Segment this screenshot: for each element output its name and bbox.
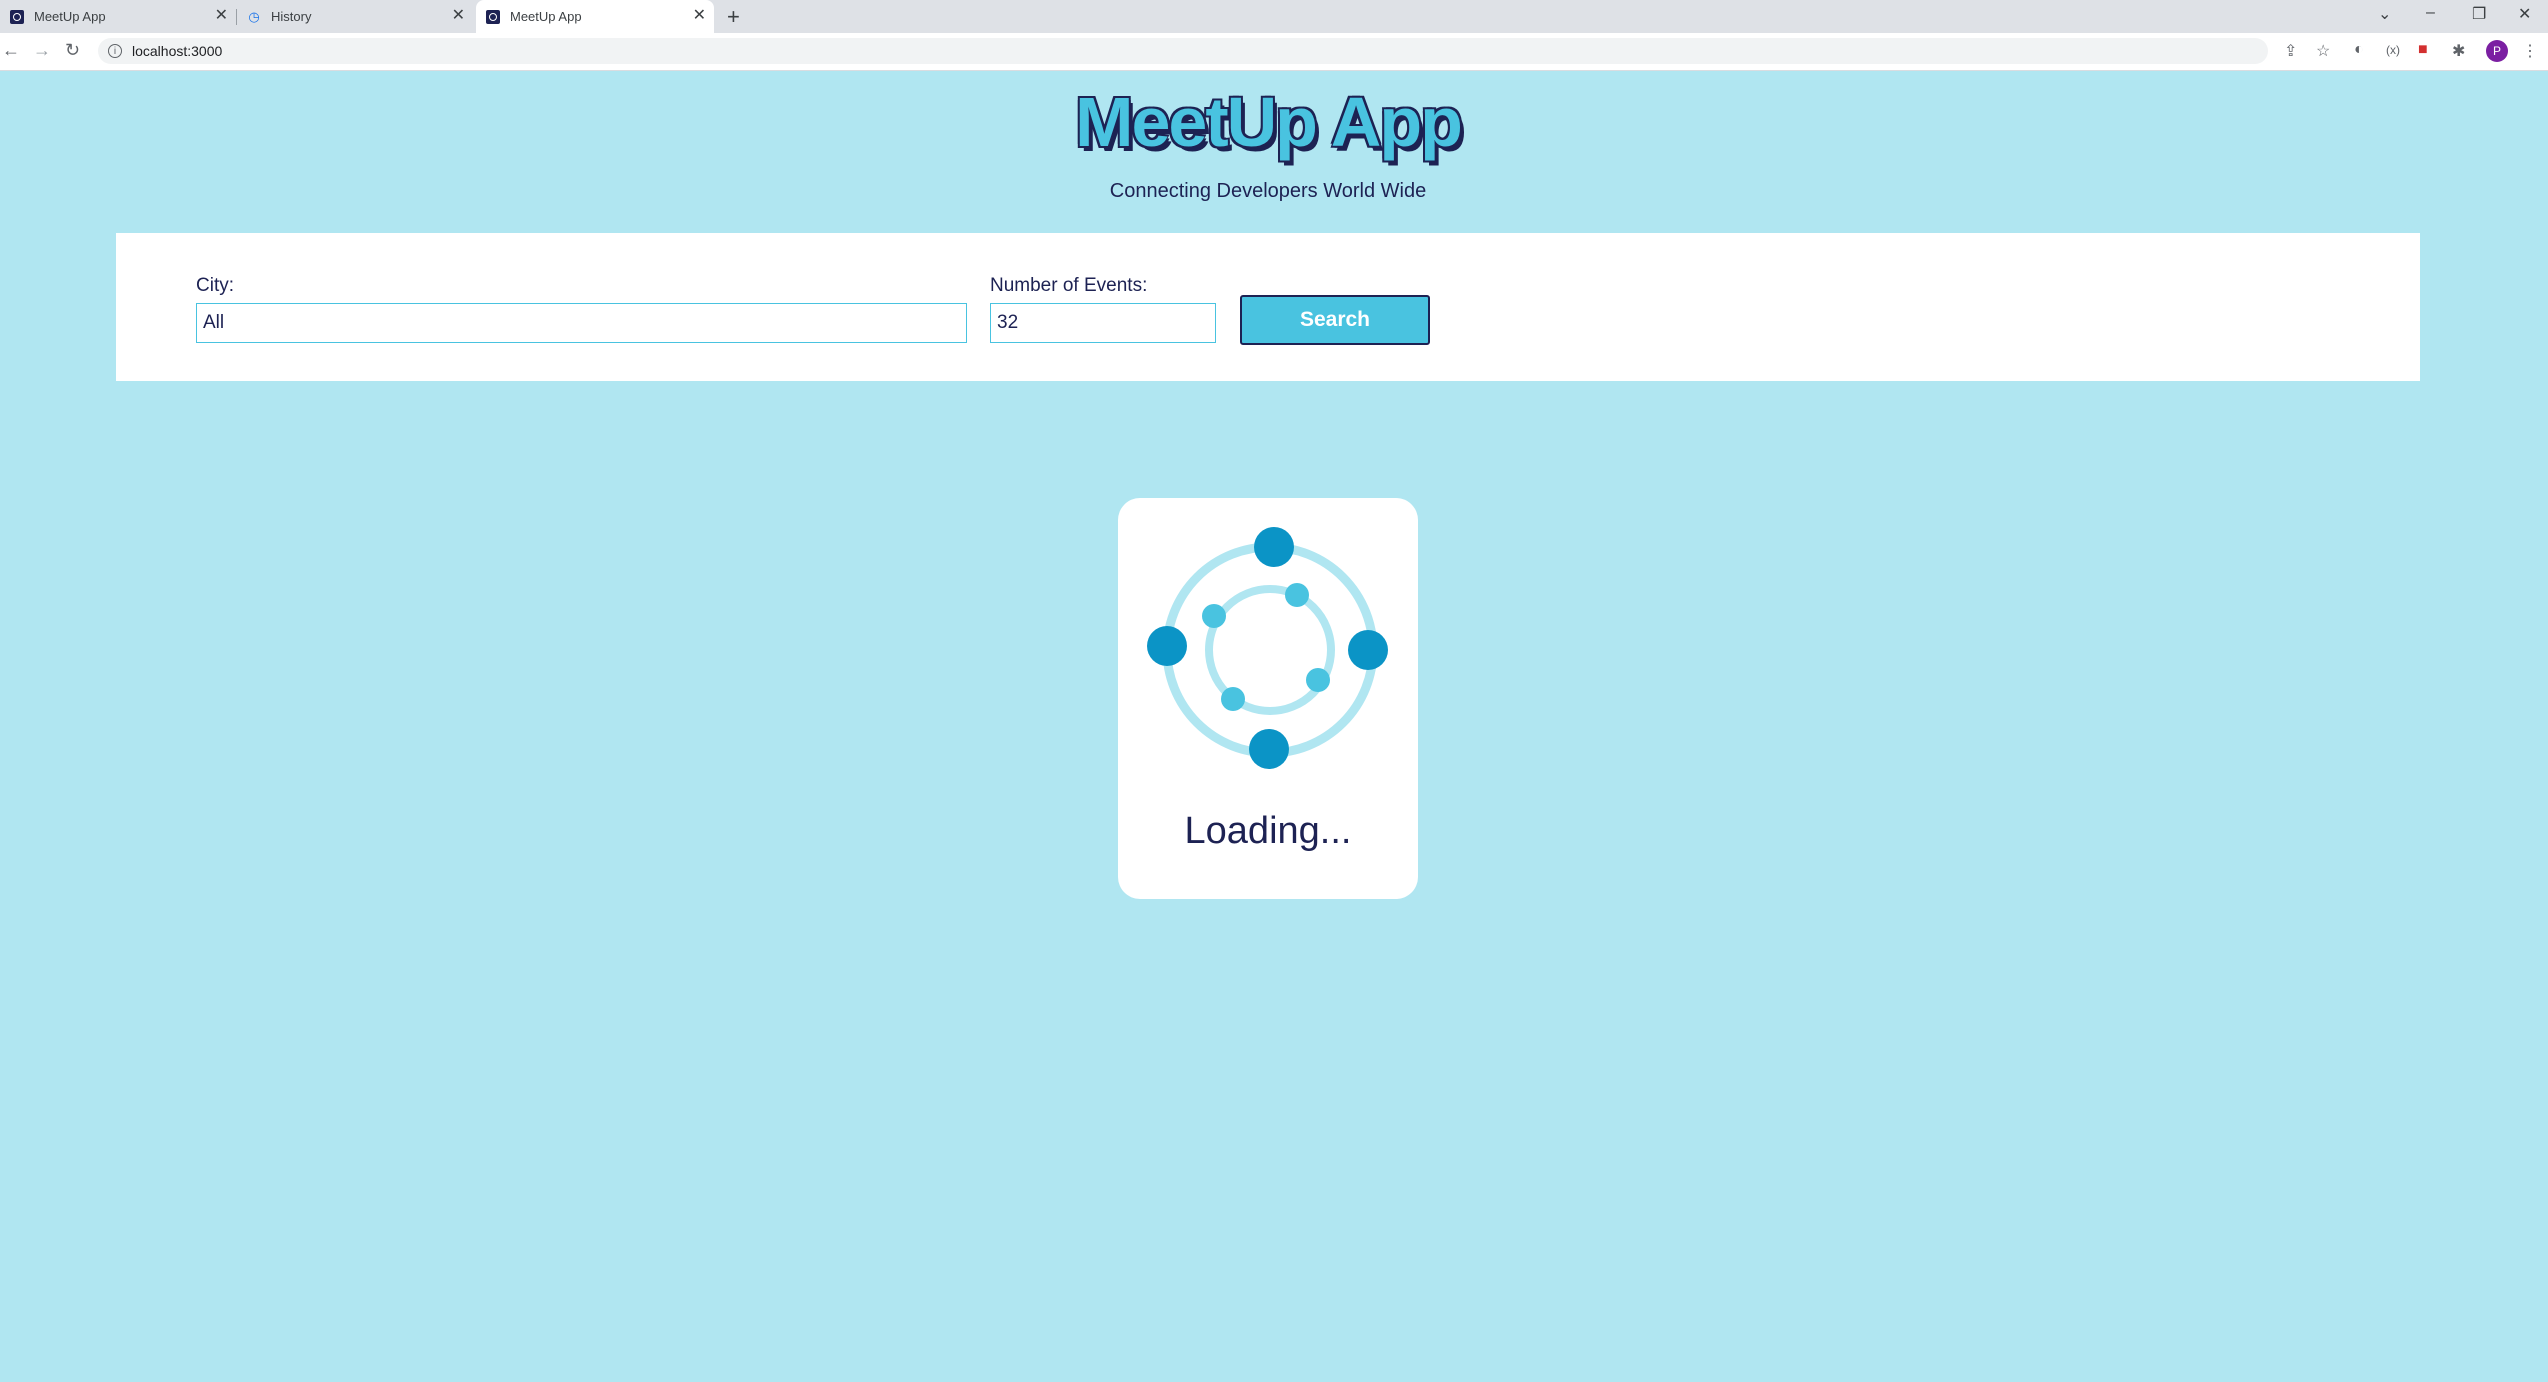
loading-spinner-icon <box>1147 527 1388 769</box>
extension-red-icon[interactable]: ■ <box>2418 41 2428 59</box>
search-button[interactable]: Search <box>1240 295 1430 345</box>
tab-history[interactable]: ◷ History ✕ <box>237 0 473 33</box>
outer-dot <box>1249 729 1289 769</box>
inner-dot <box>1221 687 1245 711</box>
city-search-input[interactable] <box>196 303 967 343</box>
profile-avatar[interactable]: P <box>2486 40 2508 62</box>
browser-menu-icon[interactable]: ⋮ <box>2522 41 2538 61</box>
close-icon[interactable]: ✕ <box>693 8 706 24</box>
address-bar[interactable]: i localhost:3000 <box>98 38 2268 64</box>
extensions-puzzle-icon[interactable]: ✱ <box>2452 41 2465 61</box>
history-icon: ◷ <box>248 8 260 24</box>
outer-dot <box>1254 527 1294 567</box>
inner-dot <box>1306 668 1330 692</box>
city-label: City: <box>196 275 234 296</box>
outer-ring <box>1162 542 1378 758</box>
tab-search-chevron-icon[interactable]: ⌄ <box>2378 4 2391 24</box>
restore-icon[interactable]: ❐ <box>2472 4 2486 24</box>
bookmark-star-icon[interactable]: ☆ <box>2316 41 2330 61</box>
outer-dot <box>1348 630 1388 670</box>
new-tab-plus-icon[interactable]: + <box>727 4 740 30</box>
browser-tab-strip: MeetUp App ✕ ◷ History ✕ MeetUp App ✕ + … <box>0 0 2548 33</box>
site-info-icon[interactable]: i <box>108 44 122 58</box>
tab-title: MeetUp App <box>510 9 582 24</box>
tab-title: MeetUp App <box>34 9 106 24</box>
loading-text: Loading... <box>1184 810 1352 852</box>
app-favicon-icon <box>486 9 500 24</box>
minimize-icon[interactable]: – <box>2426 4 2435 22</box>
back-arrow-icon[interactable]: ← <box>2 40 20 61</box>
browser-toolbar: ← → ↻ i localhost:3000 ⇪ ☆ ◐ (x) ■ ✱ P ⋮ <box>0 33 2548 71</box>
loading-card: Loading... <box>1118 498 1418 899</box>
url-text: localhost:3000 <box>132 43 223 59</box>
close-icon[interactable]: ✕ <box>452 8 465 24</box>
number-of-events-input[interactable] <box>990 303 1216 343</box>
app-title: MeetUp App <box>1075 83 1463 161</box>
number-of-events-label: Number of Events: <box>990 275 1148 296</box>
app-favicon-icon <box>10 9 24 24</box>
inner-dot <box>1285 583 1309 607</box>
tab-meetup-app-active[interactable]: MeetUp App ✕ <box>476 0 714 33</box>
close-icon[interactable]: ✕ <box>215 8 228 24</box>
tab-meetup-app-1[interactable]: MeetUp App ✕ <box>0 0 236 33</box>
forward-arrow-icon[interactable]: → <box>33 40 51 61</box>
outer-dot <box>1147 626 1187 666</box>
share-icon[interactable]: ⇪ <box>2284 41 2297 61</box>
inner-dot <box>1202 604 1226 628</box>
window-close-icon[interactable]: ✕ <box>2518 4 2531 24</box>
search-panel: City: Number of Events: Search <box>116 233 2420 381</box>
extension-icon[interactable]: ◐ <box>2354 41 2364 59</box>
app-subtitle: Connecting Developers World Wide <box>1109 180 1427 202</box>
extension-code-icon[interactable]: (x) <box>2386 43 2400 57</box>
reload-icon[interactable]: ↻ <box>65 40 80 61</box>
tab-title: History <box>271 9 312 24</box>
